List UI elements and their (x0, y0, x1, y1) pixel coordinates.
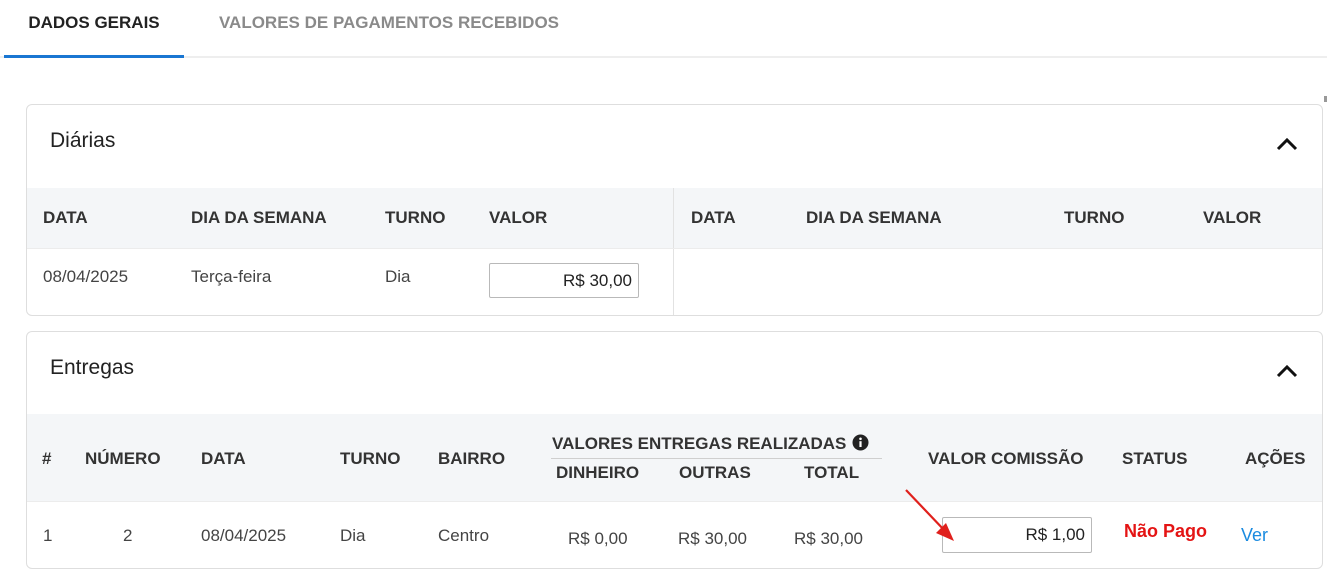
chevron-up-icon (1276, 137, 1298, 151)
entregas-cell-turno: Dia (340, 526, 366, 545)
col-header-status: STATUS (1122, 449, 1188, 468)
entregas-card: Entregas # NÚMERO DATA TURNO BAIRRO VALO… (26, 331, 1323, 569)
entregas-cell-bairro: Centro (438, 526, 490, 545)
divider (27, 501, 1322, 502)
col-header-dinheiro: DINHEIRO (556, 463, 640, 482)
col-header-data: DATA (201, 449, 246, 468)
diarias-cell-dia-semana: Terça-feira (191, 267, 272, 286)
ver-link[interactable]: Ver (1241, 525, 1268, 546)
info-icon[interactable] (852, 434, 869, 456)
valor-comissao-input[interactable] (942, 517, 1092, 553)
entregas-cell-total: R$ 30,00 (794, 529, 863, 548)
col-header-valor: VALOR (489, 208, 548, 227)
divider (27, 248, 1322, 249)
col-header-turno: TURNO (340, 449, 401, 468)
diarias-card: Diárias DATA DIA DA SEMANA TURNO VALOR D… (26, 104, 1323, 316)
col-header-valor-comissao: VALOR COMISSÃO (928, 449, 1084, 468)
col-header-dia-semana: DIA DA SEMANA (191, 208, 327, 227)
col-header-acoes: AÇÕES (1245, 449, 1306, 468)
divider (551, 458, 882, 459)
chevron-up-icon (1276, 364, 1298, 378)
col-header-bairro: BAIRRO (438, 449, 506, 468)
entregas-collapse-button[interactable] (1272, 356, 1302, 386)
entregas-cell-dinheiro: R$ 0,00 (568, 529, 628, 548)
diarias-cell-turno: Dia (385, 267, 411, 286)
status-badge: Não Pago (1124, 521, 1208, 541)
entregas-cell-num: 1 (43, 526, 53, 545)
col-header-group-valores: VALORES ENTREGAS REALIZADAS (552, 434, 869, 456)
col-header-num: # (42, 449, 52, 468)
tab-dados-gerais[interactable]: DADOS GERAIS (4, 0, 184, 58)
diarias-valor-input[interactable] (489, 263, 639, 298)
entregas-cell-outras: R$ 30,00 (678, 529, 747, 548)
tab-valores-pagamentos[interactable]: VALORES DE PAGAMENTOS RECEBIDOS (196, 0, 582, 58)
col-header-valor-right: VALOR (1203, 208, 1262, 227)
diarias-cell-data: 08/04/2025 (43, 267, 129, 286)
col-header-data-right: DATA (691, 208, 736, 227)
col-header-turno-right: TURNO (1064, 208, 1125, 227)
col-header-data: DATA (43, 208, 88, 227)
col-header-total: TOTAL (804, 463, 860, 482)
col-header-numero: NÚMERO (85, 449, 161, 468)
diarias-column-divider (673, 188, 674, 315)
diarias-collapse-button[interactable] (1272, 129, 1302, 159)
entregas-title: Entregas (50, 356, 135, 379)
entregas-cell-data: 08/04/2025 (201, 526, 287, 545)
col-header-group-valores-label: VALORES ENTREGAS REALIZADAS (552, 434, 847, 453)
diarias-title: Diárias (50, 129, 116, 152)
tab-bar: DADOS GERAIS VALORES DE PAGAMENTOS RECEB… (0, 0, 1327, 58)
entregas-cell-numero: 2 (123, 526, 133, 545)
col-header-turno: TURNO (385, 208, 446, 227)
col-header-dia-semana-right: DIA DA SEMANA (806, 208, 942, 227)
col-header-outras: OUTRAS (679, 463, 751, 482)
